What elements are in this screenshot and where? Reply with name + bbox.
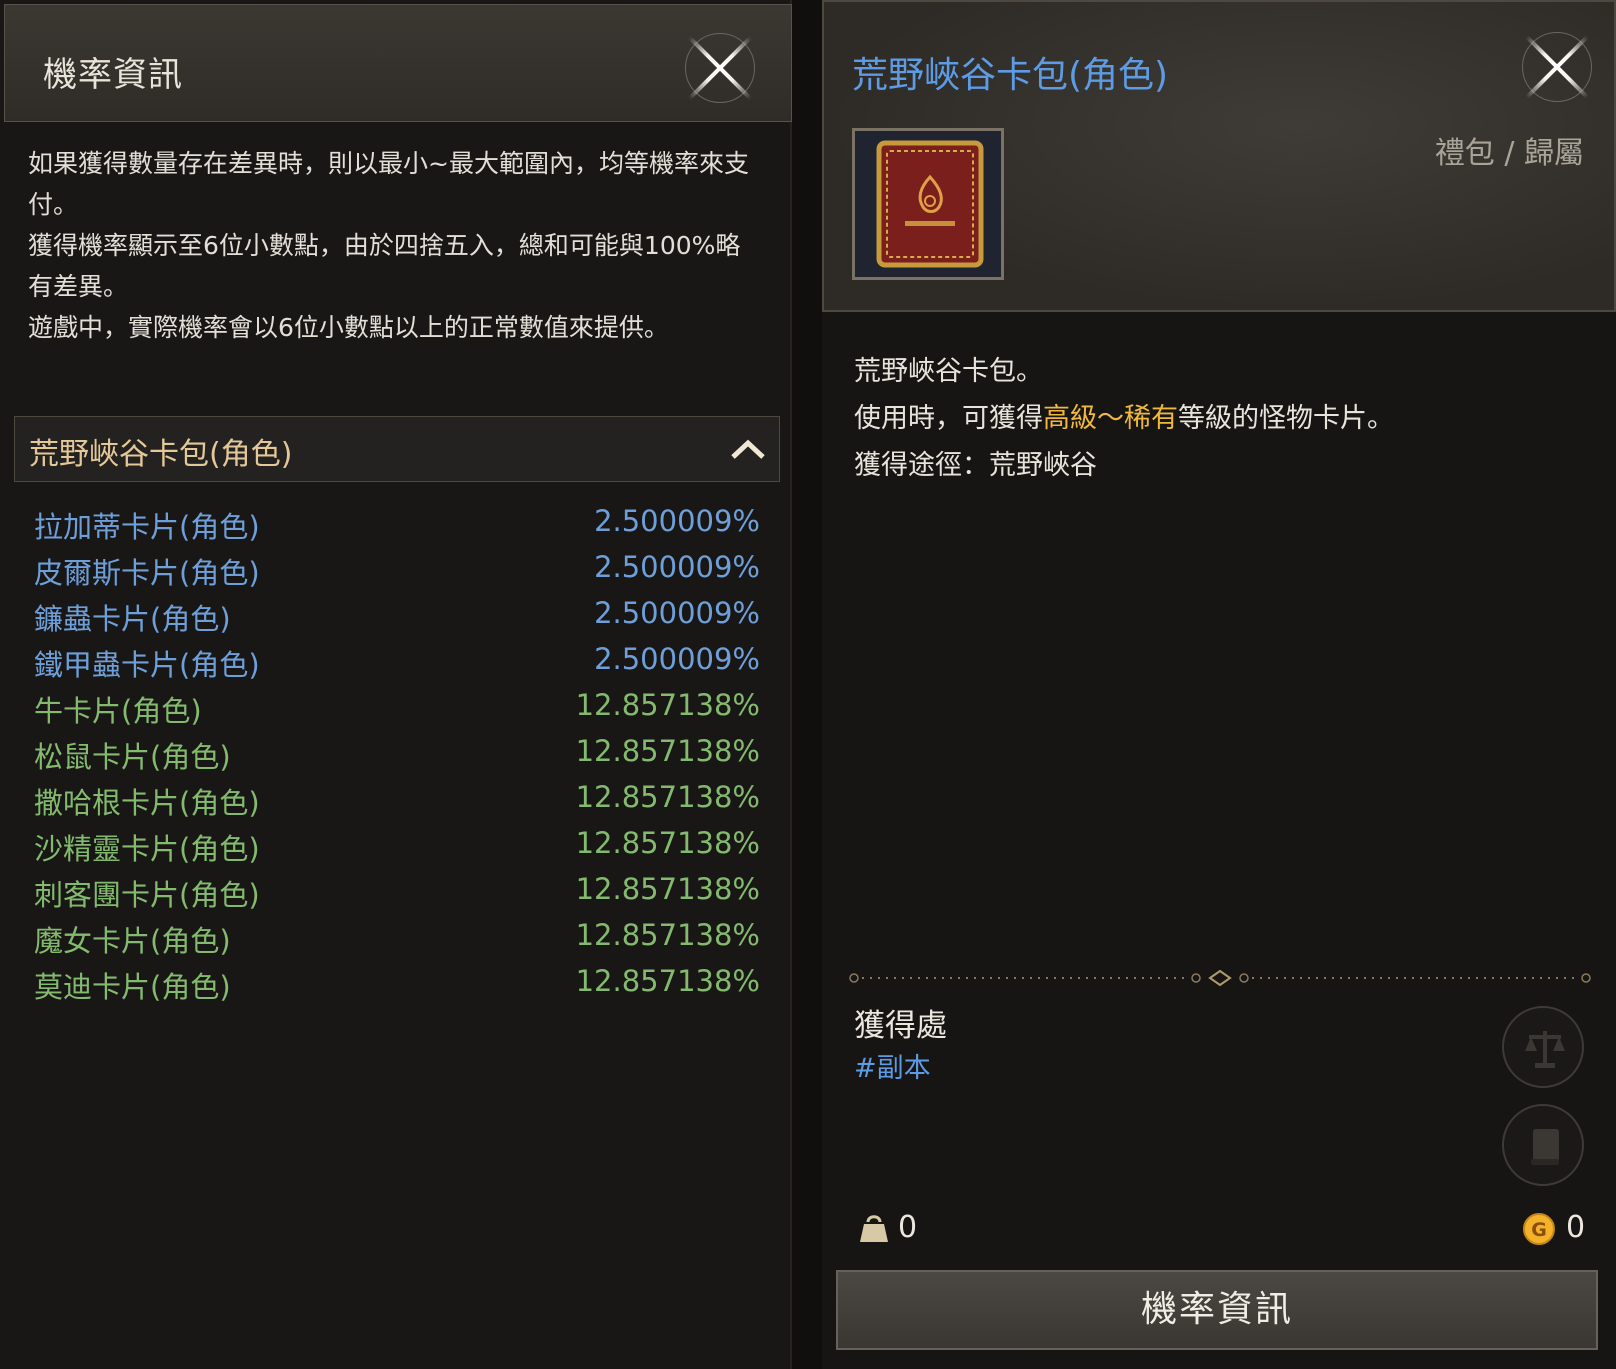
rate-row: 鐵甲蟲卡片(角色) 2.500009% <box>34 642 760 688</box>
notice-line: 如果獲得數量存在差異時，則以最小~最大範圍內，均等機率來支付。 <box>28 149 749 219</box>
pack-section-toggle[interactable]: 荒野峽谷卡包(角色) <box>14 416 780 482</box>
notice-line: 獲得機率顯示至6位小數點，由於四捨五入，總和可能與100%略有差異。 <box>28 231 741 301</box>
rate-item-name: 拉加蒂卡片(角色) <box>34 510 260 544</box>
rate-item-percent: 2.500009% <box>594 504 760 538</box>
rate-item-name: 刺客團卡片(角色) <box>34 878 260 912</box>
weight-icon <box>860 1215 888 1242</box>
probability-notice: 如果獲得數量存在差異時，則以最小~最大範圍內，均等機率來支付。 獲得機率顯示至6… <box>28 143 758 348</box>
rate-item-percent: 12.857138% <box>575 964 760 998</box>
section-divider <box>849 969 1591 987</box>
rate-row: 松鼠卡片(角色) 12.857138% <box>34 734 760 780</box>
close-icon[interactable] <box>1522 32 1592 102</box>
svg-text:G: G <box>1531 1219 1547 1241</box>
item-detail-header: 荒野峽谷卡包(角色) 禮包 / 歸屬 <box>822 0 1616 312</box>
description-line: 荒野峽谷卡包。 <box>854 356 1043 387</box>
rate-row: 莫迪卡片(角色) 12.857138% <box>34 964 760 1010</box>
pack-section-label: 荒野峽谷卡包(角色) <box>29 437 293 472</box>
rate-item-percent: 2.500009% <box>594 642 760 676</box>
rate-item-percent: 2.500009% <box>594 596 760 630</box>
rate-list: 拉加蒂卡片(角色) 2.500009% 皮爾斯卡片(角色) 2.500009% 鐮蟲卡片… <box>34 504 760 1010</box>
weight-count: 0 <box>898 1210 918 1245</box>
scale-icon[interactable] <box>1502 1006 1584 1088</box>
rate-item-name: 牛卡片(角色) <box>34 694 202 728</box>
rate-item-name: 沙精靈卡片(角色) <box>34 832 260 866</box>
probability-info-button[interactable]: 機率資訊 <box>836 1270 1598 1350</box>
probability-window-title: 機率資訊 <box>43 55 183 95</box>
gold-icon: G <box>1523 1213 1555 1245</box>
item-detail-window: 荒野峽谷卡包(角色) 禮包 / 歸屬 荒野峽谷卡包。 使用時，可獲得高級～稀有等… <box>822 0 1616 1369</box>
rate-item-percent: 12.857138% <box>575 826 760 860</box>
rate-row: 皮爾斯卡片(角色) 2.500009% <box>34 550 760 596</box>
description-line: 獲得途徑：荒野峽谷 <box>854 450 1097 481</box>
gold-count: 0 <box>1566 1210 1586 1245</box>
rate-item-percent: 12.857138% <box>575 780 760 814</box>
rate-item-percent: 12.857138% <box>575 872 760 906</box>
description-text: 使用時，可獲得 <box>854 403 1043 434</box>
rate-item-percent: 12.857138% <box>575 918 760 952</box>
rate-item-name: 鐵甲蟲卡片(角色) <box>34 648 260 682</box>
probability-window: 機率資訊 如果獲得數量存在差異時，則以最小~最大範圍內，均等機率來支付。 獲得機… <box>0 0 792 1369</box>
item-description: 荒野峽谷卡包。 使用時，可獲得高級～稀有等級的怪物卡片。 獲得途徑：荒野峽谷 <box>854 348 1574 489</box>
rate-item-percent: 12.857138% <box>575 734 760 768</box>
description-line: 使用時，可獲得高級～稀有等級的怪物卡片。 <box>854 395 1574 442</box>
window-gap <box>792 0 822 1369</box>
rate-item-name: 鐮蟲卡片(角色) <box>34 602 231 636</box>
rate-item-percent: 12.857138% <box>575 688 760 722</box>
close-icon[interactable] <box>685 33 755 103</box>
rate-row: 牛卡片(角色) 12.857138% <box>34 688 760 734</box>
book-icon[interactable] <box>1502 1104 1584 1186</box>
rate-item-name: 魔女卡片(角色) <box>34 924 231 958</box>
rate-row: 刺客團卡片(角色) 12.857138% <box>34 872 760 918</box>
rate-row: 撒哈根卡片(角色) 12.857138% <box>34 780 760 826</box>
rate-item-name: 松鼠卡片(角色) <box>34 740 231 774</box>
rate-item-name: 撒哈根卡片(角色) <box>34 786 260 820</box>
rate-row: 沙精靈卡片(角色) 12.857138% <box>34 826 760 872</box>
obtain-title: 獲得處 <box>854 1008 947 1044</box>
item-title: 荒野峽谷卡包(角色) <box>852 55 1169 96</box>
probability-window-header: 機率資訊 <box>4 4 792 122</box>
item-category: 禮包 / 歸屬 <box>1434 136 1584 171</box>
rate-row: 鐮蟲卡片(角色) 2.500009% <box>34 596 760 642</box>
notice-line: 遊戲中，實際機率會以6位小數點以上的正常數值來提供。 <box>28 313 669 342</box>
rate-row: 魔女卡片(角色) 12.857138% <box>34 918 760 964</box>
rate-item-name: 莫迪卡片(角色) <box>34 970 231 1004</box>
rate-row: 拉加蒂卡片(角色) 2.500009% <box>34 504 760 550</box>
obtain-tag-link[interactable]: #副本 <box>854 1046 931 1085</box>
card-pack-icon <box>852 128 1004 280</box>
rate-item-percent: 2.500009% <box>594 550 760 584</box>
grade-highlight: 高級～稀有 <box>1043 403 1178 434</box>
rate-item-name: 皮爾斯卡片(角色) <box>34 556 260 590</box>
description-text: 等級的怪物卡片。 <box>1178 403 1394 434</box>
